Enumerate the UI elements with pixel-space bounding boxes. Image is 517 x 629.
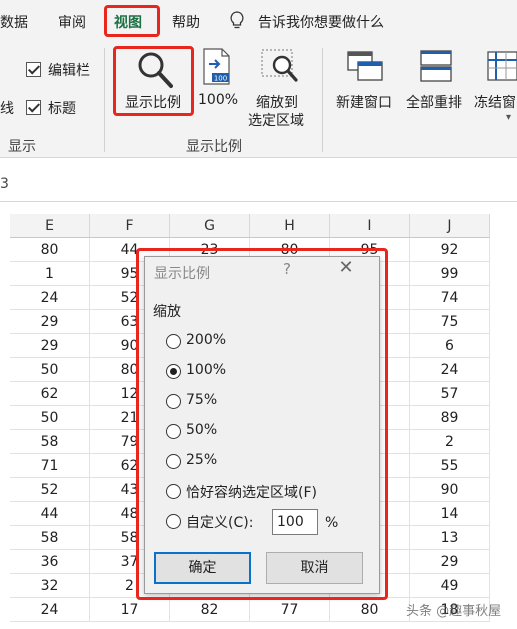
table-cell[interactable]: 2 <box>410 430 490 454</box>
table-cell[interactable]: 6 <box>410 334 490 358</box>
table-cell[interactable]: 75 <box>410 310 490 334</box>
tab-help[interactable]: 帮助 <box>172 12 200 32</box>
table-cell[interactable]: 55 <box>410 454 490 478</box>
column-header[interactable]: G <box>170 214 250 238</box>
formula-bar-label: 编辑栏 <box>48 63 90 79</box>
tab-data[interactable]: 数据 <box>0 12 28 32</box>
arrange-all-button[interactable] <box>416 48 456 90</box>
table-cell[interactable]: 50 <box>10 358 90 382</box>
menu-bar: 数据 审阅 视图 帮助 告诉我你想要做什么 <box>0 0 517 42</box>
svg-text:100: 100 <box>214 75 227 83</box>
group-label-show: 显示 <box>8 139 36 155</box>
column-header[interactable]: F <box>90 214 170 238</box>
table-cell[interactable]: 14 <box>410 502 490 526</box>
table-cell[interactable]: 77 <box>250 598 330 622</box>
table-cell[interactable]: 90 <box>410 478 490 502</box>
table-cell[interactable]: 58 <box>10 526 90 550</box>
freeze-panes-button[interactable] <box>484 48 517 90</box>
table-cell[interactable]: 29 <box>10 310 90 334</box>
freeze-panes-icon <box>487 51 517 81</box>
table-cell[interactable]: 13 <box>410 526 490 550</box>
table-cell[interactable]: 1 <box>10 262 90 286</box>
table-cell[interactable]: 32 <box>10 574 90 598</box>
ribbon: 编辑栏 线 标题 显示 显示比例 100 100% 缩放到 选定区域 显示比例 <box>0 42 517 158</box>
zoom-100-button[interactable]: 100 <box>198 48 238 90</box>
zoom-100-icon: 100 <box>203 48 230 85</box>
zoom-100-label: 100% <box>198 92 239 108</box>
gridlines-label: 线 <box>0 101 14 117</box>
table-cell[interactable]: 74 <box>410 286 490 310</box>
watermark: 头条 @趣事秋屋 <box>406 604 502 619</box>
table-cell[interactable]: 99 <box>410 262 490 286</box>
headings-label: 标题 <box>48 101 76 117</box>
lightbulb-icon <box>230 11 244 29</box>
table-cell[interactable]: 52 <box>10 478 90 502</box>
zoom-selection-icon <box>261 49 298 82</box>
highlight-view-tab <box>104 5 160 37</box>
table-cell[interactable]: 17 <box>90 598 170 622</box>
formula-bar: 3 <box>0 168 517 202</box>
group-label-zoom: 显示比例 <box>186 139 242 155</box>
tab-review[interactable]: 审阅 <box>58 12 86 32</box>
table-cell[interactable]: 71 <box>10 454 90 478</box>
table-cell[interactable]: 80 <box>330 598 410 622</box>
tell-me-search[interactable]: 告诉我你想要做什么 <box>258 12 384 32</box>
group-divider <box>104 48 105 152</box>
table-cell[interactable]: 57 <box>410 382 490 406</box>
table-cell[interactable]: 92 <box>410 238 490 262</box>
column-header[interactable]: E <box>10 214 90 238</box>
chevron-down-icon[interactable]: ▾ <box>506 112 511 123</box>
table-cell[interactable]: 80 <box>10 238 90 262</box>
table-cell[interactable]: 89 <box>410 406 490 430</box>
table-cell[interactable]: 58 <box>10 430 90 454</box>
table-cell[interactable]: 82 <box>170 598 250 622</box>
highlight-zoom-dialog <box>136 248 388 600</box>
table-cell[interactable]: 29 <box>410 550 490 574</box>
highlight-zoom-button <box>113 46 194 116</box>
freeze-panes-label: 冻结窗 <box>474 95 516 111</box>
table-cell[interactable]: 29 <box>10 334 90 358</box>
arrange-all-label: 全部重排 <box>406 95 462 111</box>
group-divider <box>322 48 323 152</box>
table-cell[interactable]: 49 <box>410 574 490 598</box>
column-header[interactable]: J <box>410 214 490 238</box>
zoom-selection-label-line2: 选定区域 <box>248 113 304 129</box>
arrange-all-icon <box>420 50 452 82</box>
table-cell[interactable]: 62 <box>10 382 90 406</box>
headings-checkbox[interactable] <box>26 100 41 115</box>
column-header[interactable]: H <box>250 214 330 238</box>
table-cell[interactable]: 24 <box>10 286 90 310</box>
table-cell[interactable]: 44 <box>10 502 90 526</box>
new-window-label: 新建窗口 <box>336 95 392 111</box>
table-cell[interactable]: 24 <box>10 598 90 622</box>
formula-bar-checkbox[interactable] <box>26 62 41 77</box>
zoom-selection-label-line1: 缩放到 <box>256 95 298 111</box>
new-window-icon <box>347 51 383 81</box>
table-cell[interactable]: 36 <box>10 550 90 574</box>
table-cell[interactable]: 24 <box>410 358 490 382</box>
table-cell[interactable]: 50 <box>10 406 90 430</box>
name-box[interactable]: 3 <box>0 176 9 192</box>
new-window-button[interactable] <box>342 48 388 90</box>
zoom-selection-button[interactable] <box>256 48 306 90</box>
column-header[interactable]: I <box>330 214 410 238</box>
